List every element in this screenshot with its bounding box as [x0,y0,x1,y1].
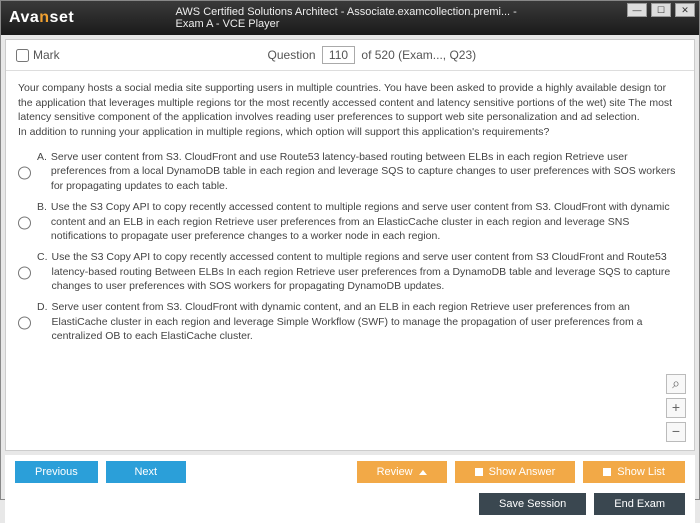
show-answer-button[interactable]: Show Answer [455,461,576,483]
option-c: C. Use the S3 Copy API to copy recently … [18,250,682,294]
next-button[interactable]: Next [106,461,186,483]
option-d: D. Serve user content from S3. CloudFron… [18,300,682,344]
question-number: 110 [322,46,355,64]
logo-text2: set [50,9,75,26]
session-toolbar: Save Session End Exam [5,489,695,523]
square-icon [603,468,611,476]
nav-toolbar: Previous Next Review Show Answer Show Li… [5,455,695,489]
logo: Avanset [9,9,74,27]
question-total: of 520 (Exam..., Q23) [361,48,476,62]
option-b-radio[interactable] [18,202,31,244]
save-session-button[interactable]: Save Session [479,493,586,515]
option-d-radio[interactable] [18,302,31,344]
option-b-text: Use the S3 Copy API to copy recently acc… [51,200,682,244]
zoom-in-button[interactable]: + [666,398,686,418]
option-d-label: D. [37,300,48,344]
option-c-text: Use the S3 Copy API to copy recently acc… [52,250,683,294]
maximize-button[interactable]: ☐ [651,3,671,17]
option-b-label: B. [37,200,47,244]
review-label: Review [377,466,413,478]
option-c-label: C. [37,250,48,294]
option-a-text: Serve user content from S3. CloudFront a… [51,150,682,194]
question-counter: Question 110 of 520 (Exam..., Q23) [60,46,684,64]
option-a-radio[interactable] [18,152,31,194]
question-header: Mark Question 110 of 520 (Exam..., Q23) [6,40,694,71]
option-a: A. Serve user content from S3. CloudFron… [18,150,682,194]
question-para2: In addition to running your application … [18,126,549,138]
options-list: A. Serve user content from S3. CloudFron… [18,150,682,344]
show-list-button[interactable]: Show List [583,461,685,483]
square-icon [475,468,483,476]
review-button[interactable]: Review [357,461,447,483]
mark-checkbox[interactable] [16,49,29,62]
option-b: B. Use the S3 Copy API to copy recently … [18,200,682,244]
mark-label: Mark [33,48,60,62]
question-para1: Your company hosts a social media site s… [18,82,672,123]
search-icon[interactable]: ⌕ [666,374,686,394]
zoom-out-button[interactable]: − [666,422,686,442]
minimize-button[interactable]: — [627,3,647,17]
question-label: Question [268,48,316,62]
show-list-label: Show List [617,466,665,478]
content-panel: Mark Question 110 of 520 (Exam..., Q23) … [5,39,695,451]
window-controls: — ☐ ✕ [627,3,695,17]
option-d-text: Serve user content from S3. CloudFront w… [52,300,683,344]
previous-button[interactable]: Previous [15,461,98,483]
question-text: Your company hosts a social media site s… [18,81,682,140]
zoom-controls: ⌕ + − [666,374,686,442]
show-answer-label: Show Answer [489,466,556,478]
end-exam-button[interactable]: End Exam [594,493,685,515]
window-title: AWS Certified Solutions Architect - Asso… [176,6,525,30]
option-c-radio[interactable] [18,252,31,294]
logo-accent: n [39,9,49,26]
triangle-up-icon [419,470,427,475]
close-button[interactable]: ✕ [675,3,695,17]
titlebar: Avanset AWS Certified Solutions Architec… [1,1,699,35]
question-body: Your company hosts a social media site s… [6,71,694,450]
option-a-label: A. [37,150,47,194]
logo-text: Ava [9,9,39,26]
